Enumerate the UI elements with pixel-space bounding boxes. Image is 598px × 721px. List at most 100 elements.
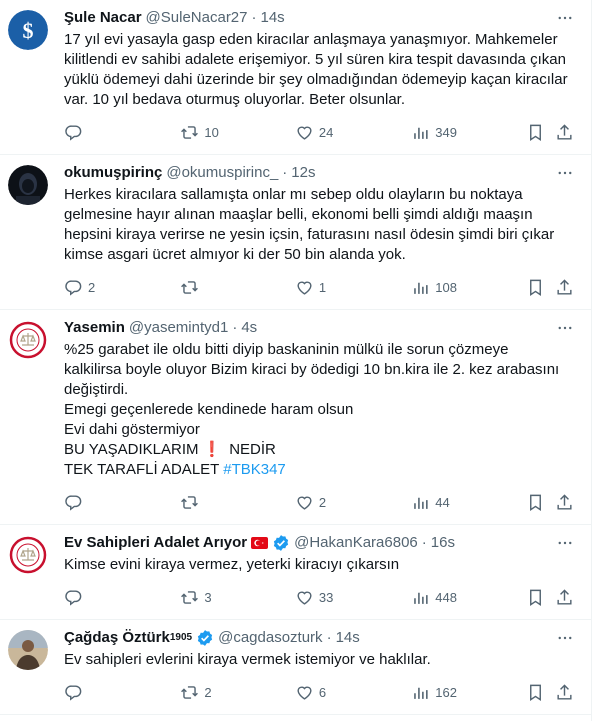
bookmark-button[interactable] bbox=[526, 123, 556, 142]
retweet-button[interactable]: 10 bbox=[180, 123, 294, 142]
separator-dot: · bbox=[232, 319, 238, 336]
like-button[interactable]: 6 bbox=[295, 683, 411, 702]
views-count: 162 bbox=[435, 684, 457, 700]
avatar[interactable] bbox=[8, 630, 48, 670]
reply-button[interactable]: 2 bbox=[64, 278, 180, 297]
action-bar: 10 24 349 bbox=[64, 122, 575, 142]
tweet[interactable]: okumuşpirinç @okumuspirinc_ · 12s Herkes… bbox=[0, 155, 591, 310]
bookmark-button[interactable] bbox=[526, 493, 556, 512]
retweet-button[interactable] bbox=[180, 278, 294, 297]
views-button[interactable]: 162 bbox=[411, 683, 525, 702]
text-line: 17 yıl evi yasayla gasp eden kiracılar a… bbox=[64, 31, 558, 48]
text-line: kimse asgari ücret almıyor ki der 50 bin… bbox=[64, 246, 406, 263]
text-line: Kimse evini kiraya vermez, yeterki kirac… bbox=[64, 556, 400, 573]
retweet-icon bbox=[181, 685, 199, 699]
like-button[interactable]: 2 bbox=[295, 493, 411, 512]
like-button[interactable]: 33 bbox=[295, 588, 411, 607]
share-button[interactable] bbox=[555, 493, 575, 512]
text-line: gelmesine hayır alınan maaşlar belli, ek… bbox=[64, 206, 533, 223]
separator-dot: · bbox=[421, 534, 427, 551]
more-button[interactable] bbox=[555, 8, 575, 28]
user-handle[interactable]: @cagdasozturk bbox=[218, 628, 322, 648]
views-count: 108 bbox=[435, 279, 457, 295]
display-name[interactable]: okumuşpirinç bbox=[64, 163, 162, 183]
timestamp[interactable]: 12s bbox=[291, 163, 315, 183]
more-button[interactable] bbox=[555, 163, 575, 183]
retweet-button[interactable]: 3 bbox=[180, 588, 294, 607]
separator-dot: · bbox=[282, 164, 288, 181]
user-handle[interactable]: @yasemintyd1 bbox=[129, 318, 228, 338]
retweet-count: 2 bbox=[204, 684, 212, 700]
like-count: 2 bbox=[318, 494, 327, 510]
text-line: Herkes kiracılara sallamışta onlar mı se… bbox=[64, 186, 523, 203]
views-button[interactable]: 44 bbox=[411, 493, 525, 512]
display-name[interactable]: Çağdaş Öztürk bbox=[64, 628, 170, 648]
display-name[interactable]: Ev Sahipleri Adalet Arıyor bbox=[64, 533, 247, 553]
reply-button[interactable] bbox=[64, 588, 180, 607]
retweet-icon bbox=[181, 495, 199, 509]
more-button[interactable] bbox=[555, 533, 575, 553]
bookmark-button[interactable] bbox=[526, 683, 556, 702]
timestamp[interactable]: 14s bbox=[336, 628, 360, 648]
display-name[interactable]: Yasemin bbox=[64, 318, 125, 338]
reply-button[interactable] bbox=[64, 123, 180, 142]
like-button[interactable]: 24 bbox=[295, 123, 411, 142]
tweet[interactable]: Ev Sahipleri Adalet Arıyor @HakanKara680… bbox=[0, 525, 591, 620]
reply-button[interactable] bbox=[64, 683, 180, 702]
tweet[interactable]: Yasemin @yasemintyd1 · 4s %25 garabet il… bbox=[0, 310, 591, 525]
user-handle[interactable]: @SuleNacar27 bbox=[146, 8, 248, 28]
retweet-icon bbox=[181, 125, 199, 139]
display-name[interactable]: Şule Nacar bbox=[64, 8, 142, 28]
more-button[interactable] bbox=[555, 318, 575, 338]
text-line: Ev sahipleri evlerini kiraya vermek iste… bbox=[64, 651, 431, 668]
like-count: 6 bbox=[318, 684, 327, 700]
tweet[interactable]: $ Şule Nacar @SuleNacar27 · 14s 17 yıl e… bbox=[0, 0, 591, 155]
avatar[interactable] bbox=[8, 535, 48, 575]
share-button[interactable] bbox=[555, 683, 575, 702]
tweet-text: 17 yıl evi yasayla gasp eden kiracılar a… bbox=[64, 30, 575, 110]
timestamp[interactable]: 4s bbox=[241, 318, 257, 338]
more-icon bbox=[558, 326, 572, 330]
text-fragment: TEK TARAFLİ ADALET bbox=[64, 461, 220, 478]
text-fragment: BU YAŞADIKLARIM bbox=[64, 441, 199, 458]
reply-button[interactable] bbox=[64, 493, 180, 512]
avatar[interactable]: $ bbox=[8, 10, 48, 50]
retweet-button[interactable] bbox=[180, 493, 294, 512]
text-line: kalkilirsa boyle oluyor Bizim kiraci by … bbox=[64, 361, 560, 378]
verified-badge-icon bbox=[272, 534, 290, 552]
bookmark-button[interactable] bbox=[526, 588, 556, 607]
share-button[interactable] bbox=[555, 588, 575, 607]
share-button[interactable] bbox=[555, 278, 575, 297]
timeline-feed: $ Şule Nacar @SuleNacar27 · 14s 17 yıl e… bbox=[0, 0, 592, 721]
retweet-button[interactable]: 2 bbox=[180, 683, 294, 702]
bookmark-button[interactable] bbox=[526, 278, 556, 297]
retweet-icon bbox=[181, 280, 199, 294]
share-button[interactable] bbox=[555, 123, 575, 142]
views-icon bbox=[414, 127, 428, 139]
tweet-text: Ev sahipleri evlerini kiraya vermek iste… bbox=[64, 650, 575, 670]
bookmark-icon bbox=[529, 279, 541, 296]
bookmark-icon bbox=[529, 124, 541, 141]
text-line: var. 10 yıl bedava oturmuş oluyorlar. Be… bbox=[64, 91, 406, 108]
avatar[interactable] bbox=[8, 165, 48, 205]
more-button[interactable] bbox=[555, 628, 575, 648]
text-line: yüklü ödemeyi dahi üzerinde bir şey olma… bbox=[64, 71, 568, 88]
user-handle[interactable]: @okumuspirinc_ bbox=[166, 163, 278, 183]
views-button[interactable]: 448 bbox=[411, 588, 525, 607]
action-bar: 3 33 448 bbox=[64, 587, 575, 607]
views-button[interactable]: 108 bbox=[411, 278, 525, 297]
timestamp[interactable]: 14s bbox=[261, 8, 285, 28]
more-icon bbox=[558, 636, 572, 640]
avatar[interactable] bbox=[8, 320, 48, 360]
tweet-text: %25 garabet ile oldu bitti diyip baskani… bbox=[64, 340, 575, 480]
views-button[interactable]: 349 bbox=[411, 123, 525, 142]
verified-badge-icon bbox=[196, 629, 214, 647]
like-button[interactable]: 1 bbox=[295, 278, 411, 297]
timestamp[interactable]: 16s bbox=[431, 533, 455, 553]
user-handle[interactable]: @HakanKara6806 bbox=[294, 533, 418, 553]
hashtag-link[interactable]: #TBK347 bbox=[223, 461, 286, 478]
bookmark-icon bbox=[529, 589, 541, 606]
text-fragment: NEDİR bbox=[229, 441, 276, 458]
tweet[interactable]: Çağdaş Öztürk 1905 @cagdasozturk · 14s Ev… bbox=[0, 620, 591, 715]
views-count: 448 bbox=[435, 589, 457, 605]
